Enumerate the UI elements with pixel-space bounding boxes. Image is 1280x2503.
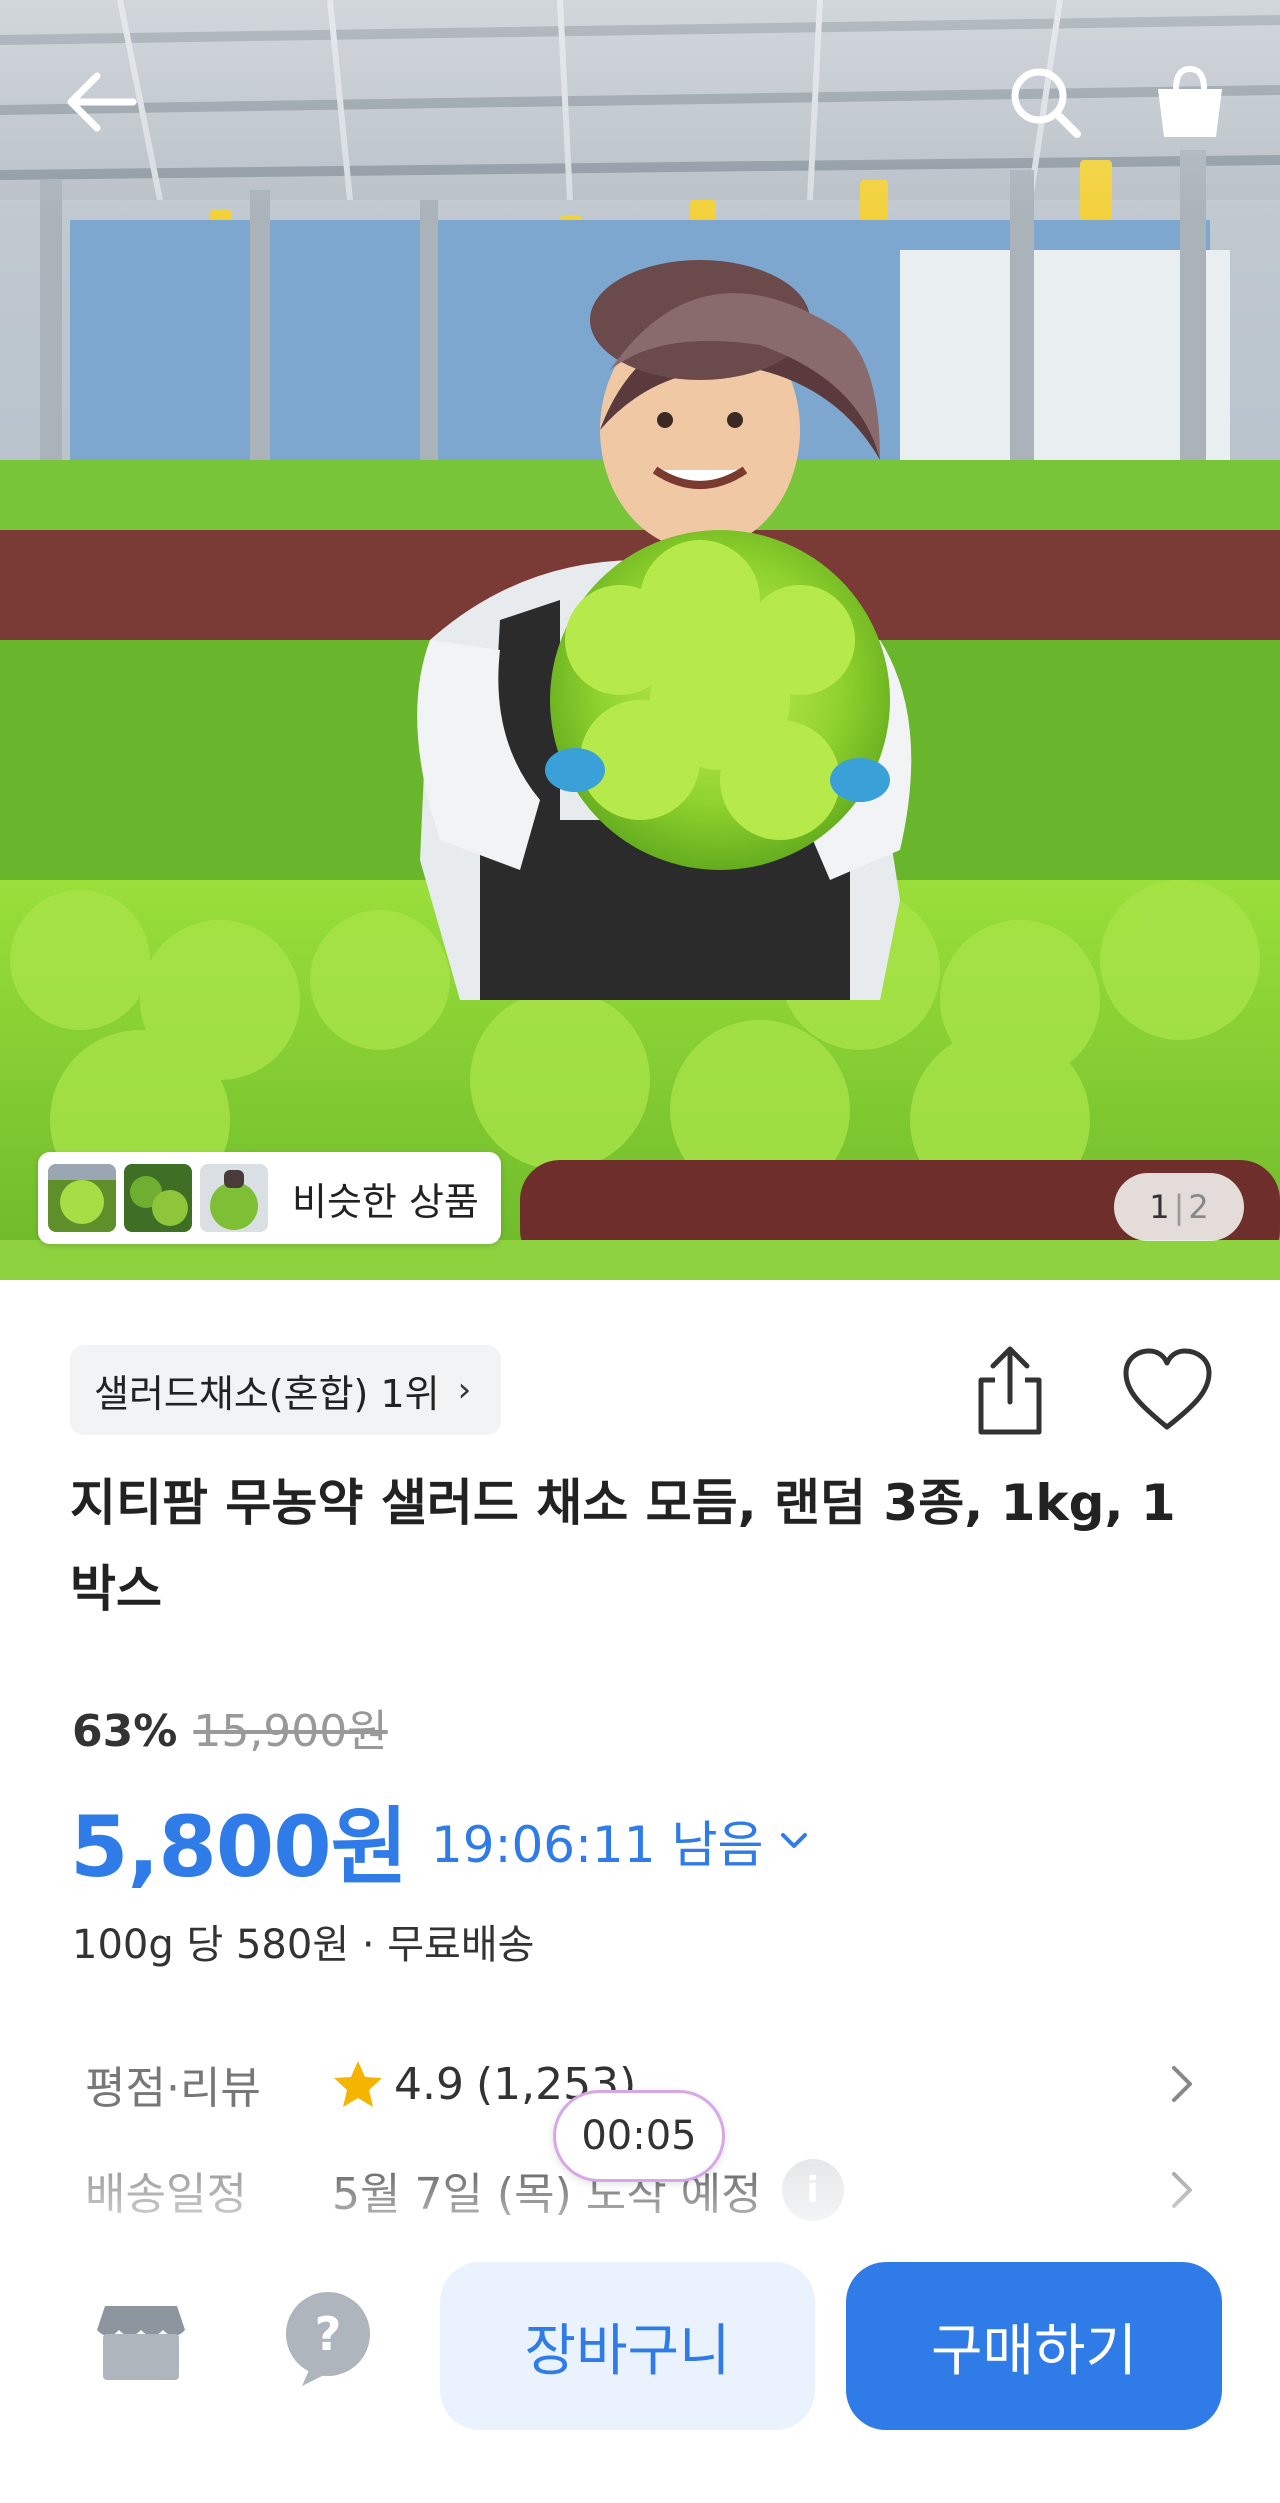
similar-thumbnail	[48, 1164, 116, 1232]
chevron-right-icon	[1172, 2172, 1192, 2208]
gallery-current-page: 1	[1149, 1188, 1170, 1226]
sale-price: 5,800원	[70, 1798, 408, 1896]
time-left-countdown: 19:06:11 남음	[430, 1815, 764, 1874]
heart-icon	[1123, 1348, 1212, 1430]
gallery-total-pages: 2	[1188, 1188, 1209, 1226]
buy-now-button[interactable]: 구매하기	[846, 2262, 1222, 2430]
chevron-right-icon: ›	[457, 1370, 472, 1410]
greenhouse-farmer-photo	[0, 0, 1280, 1280]
share-icon	[978, 1346, 1042, 1435]
rating-score: 4.9	[394, 2058, 464, 2110]
shopping-bag-button[interactable]	[1140, 52, 1240, 152]
product-hero-image[interactable]: 비슷한 상품 1 | 2	[0, 0, 1280, 1280]
original-price: 15,900원	[193, 1706, 388, 1757]
wishlist-heart-button[interactable]	[1120, 1345, 1215, 1435]
help-glyph: ?	[315, 2307, 342, 2361]
help-button[interactable]: ?	[282, 2290, 374, 2394]
info-icon[interactable]: i	[781, 2159, 844, 2221]
similar-products-label: 비슷한 상품	[292, 1179, 479, 1224]
rating-review-label: 평점·리뷰	[85, 2063, 261, 2114]
delivery-schedule-label: 배송일정	[85, 2169, 247, 2220]
gallery-page-indicator: 1 | 2	[1114, 1173, 1244, 1241]
similar-thumbnail	[124, 1164, 192, 1232]
store-button[interactable]	[95, 2300, 187, 2388]
shopping-bag-icon	[1158, 65, 1222, 137]
discount-row: 63% 15,900원	[72, 1695, 388, 1759]
price-row: 5,800원 19:06:11 남음	[70, 1780, 809, 1901]
store-icon	[97, 2306, 185, 2380]
search-button[interactable]	[995, 52, 1095, 152]
category-rank-label: 샐러드채소(혼합) 1위	[94, 1371, 440, 1416]
back-button[interactable]	[50, 52, 150, 152]
product-title: 지티팜 무농약 샐러드 채소 모듬, 랜덤 3종, 1kg, 1박스	[70, 1474, 1176, 1618]
category-rank-badge[interactable]: 샐러드채소(혼합) 1위 ›	[70, 1345, 502, 1435]
similar-thumbnail	[200, 1164, 268, 1232]
gallery-separator: |	[1173, 1188, 1185, 1226]
help-bubble-icon: ?	[286, 2292, 370, 2386]
back-arrow-icon	[67, 72, 137, 132]
screen-recording-timer: 00:05	[553, 2090, 725, 2182]
discount-rate: 63%	[72, 1706, 178, 1757]
add-to-cart-button[interactable]: 장바구니	[440, 2262, 815, 2430]
unit-price-shipping: 100g 당 580원 · 무료배송	[72, 1922, 535, 1968]
share-button[interactable]	[965, 1340, 1055, 1440]
chevron-right-icon	[1172, 2066, 1192, 2102]
search-icon	[1011, 68, 1081, 138]
star-icon	[334, 2061, 382, 2107]
chevron-down-icon[interactable]	[779, 1831, 809, 1851]
similar-products-button[interactable]: 비슷한 상품	[38, 1152, 501, 1244]
